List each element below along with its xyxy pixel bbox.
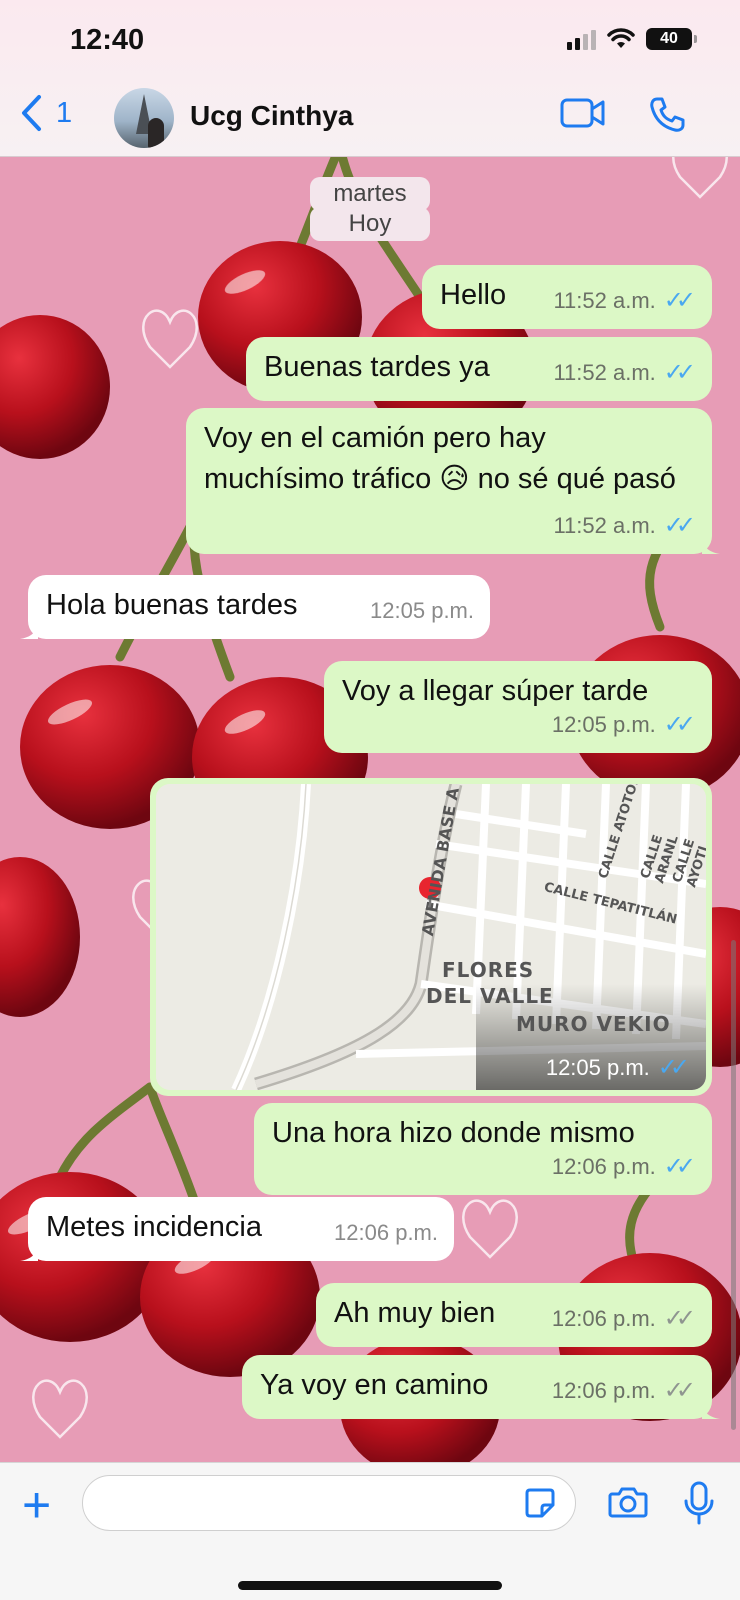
read-receipt-icon: ✓✓ <box>663 287 696 314</box>
message-meta: 11:52 a.m. ✓✓ <box>553 280 696 321</box>
read-receipt-icon: ✓✓ <box>657 1054 690 1081</box>
chevron-left-icon <box>22 95 41 131</box>
message-time: 11:52 a.m. <box>553 360 656 385</box>
back-button[interactable]: 1 <box>20 94 72 132</box>
message-time: 12:05 p.m. <box>370 598 474 623</box>
unread-count: 1 <box>56 96 73 129</box>
date-separator: martes <box>310 177 430 211</box>
video-call-icon[interactable] <box>560 96 606 130</box>
phone-call-icon[interactable] <box>648 96 686 134</box>
microphone-icon[interactable] <box>682 1481 716 1525</box>
read-receipt-icon: ✓✓ <box>663 711 696 738</box>
battery-indicator: 40 <box>646 28 697 50</box>
message-bubble[interactable]: Metes incidencia 12:06 p.m. <box>20 1197 454 1261</box>
home-indicator[interactable] <box>238 1581 502 1590</box>
message-bubble[interactable]: Voy en el camión pero hay muchísimo tráf… <box>186 408 720 554</box>
message-time: 12:06 p.m. <box>551 1306 656 1331</box>
scrollbar[interactable] <box>731 940 736 1430</box>
message-bubble[interactable]: Ya voy en camino 12:06 p.m. ✓✓ <box>242 1355 720 1419</box>
avatar[interactable] <box>114 88 174 148</box>
map-area-label: MURO VEKIO <box>516 1012 671 1036</box>
message-time: 12:06 p.m. <box>551 1154 656 1179</box>
header-row: 1 Ucg Cinthya <box>0 86 740 150</box>
message-time: 12:05 p.m. <box>551 712 656 737</box>
message-meta: 12:06 p.m. ✓✓ <box>552 1146 696 1187</box>
message-time: 11:52 a.m. <box>553 513 656 538</box>
message-input[interactable] <box>82 1475 576 1531</box>
location-message[interactable]: AVENIDA BASE A CALLE ATOTON CALLE ARANL … <box>150 778 712 1096</box>
message-meta: 12:05 p.m. ✓✓ <box>546 1053 690 1082</box>
map-area-label: FLORES <box>442 958 535 982</box>
read-receipt-icon: ✓✓ <box>663 1153 696 1180</box>
chat-header: 12:40 40 1 Ucg Cinthya <box>0 0 740 157</box>
message-meta: 12:05 p.m. <box>370 590 474 631</box>
status-time: 12:40 <box>70 24 145 56</box>
contact-name[interactable]: Ucg Cinthya <box>190 100 353 132</box>
message-meta: 12:06 p.m. <box>334 1212 438 1253</box>
message-time: 12:06 p.m. <box>551 1378 656 1403</box>
message-text: Voy en el camión pero hay muchísimo tráf… <box>204 422 676 495</box>
cellular-signal-icon <box>567 28 596 50</box>
composer-bar: + <box>0 1462 740 1600</box>
sticker-icon[interactable] <box>524 1487 556 1519</box>
read-receipt-icon: ✓✓ <box>663 512 696 539</box>
message-meta: 11:52 a.m. ✓✓ <box>553 352 696 393</box>
read-receipt-icon: ✓✓ <box>663 359 696 386</box>
delivered-receipt-icon: ✓✓ <box>663 1377 696 1404</box>
message-time: 12:06 p.m. <box>334 1220 438 1245</box>
status-icons: 40 <box>567 28 697 50</box>
camera-icon[interactable] <box>608 1485 648 1519</box>
wifi-icon <box>607 28 635 48</box>
message-bubble[interactable]: Voy a llegar súper tarde 12:05 p.m. ✓✓ <box>324 661 712 753</box>
message-meta: 11:52 a.m. ✓✓ <box>553 505 696 546</box>
location-map[interactable]: AVENIDA BASE A CALLE ATOTON CALLE ARANL … <box>156 784 706 1090</box>
message-meta: 12:06 p.m. ✓✓ <box>552 1298 696 1339</box>
message-bubble[interactable]: Ah muy bien 12:06 p.m. ✓✓ <box>316 1283 712 1347</box>
delivered-receipt-icon: ✓✓ <box>663 1305 696 1332</box>
message-time: 11:52 a.m. <box>553 288 656 313</box>
message-bubble[interactable]: Hello 11:52 a.m. ✓✓ <box>422 265 712 329</box>
message-meta: 12:06 p.m. ✓✓ <box>552 1370 696 1411</box>
message-list[interactable]: martes Hoy Hello 11:52 a.m. ✓✓ Buenas tar… <box>0 157 740 1462</box>
date-separator: Hoy <box>310 207 430 241</box>
message-meta: 12:05 p.m. ✓✓ <box>552 704 696 745</box>
message-bubble[interactable]: Hola buenas tardes 12:05 p.m. <box>20 575 490 639</box>
message-bubble[interactable]: Buenas tardes ya 11:52 a.m. ✓✓ <box>246 337 712 401</box>
message-bubble[interactable]: Una hora hizo donde mismo 12:06 p.m. ✓✓ <box>254 1103 712 1195</box>
map-area-label: DEL VALLE <box>426 984 554 1008</box>
plus-icon[interactable]: + <box>22 1480 51 1530</box>
message-time: 12:05 p.m. <box>545 1054 650 1080</box>
